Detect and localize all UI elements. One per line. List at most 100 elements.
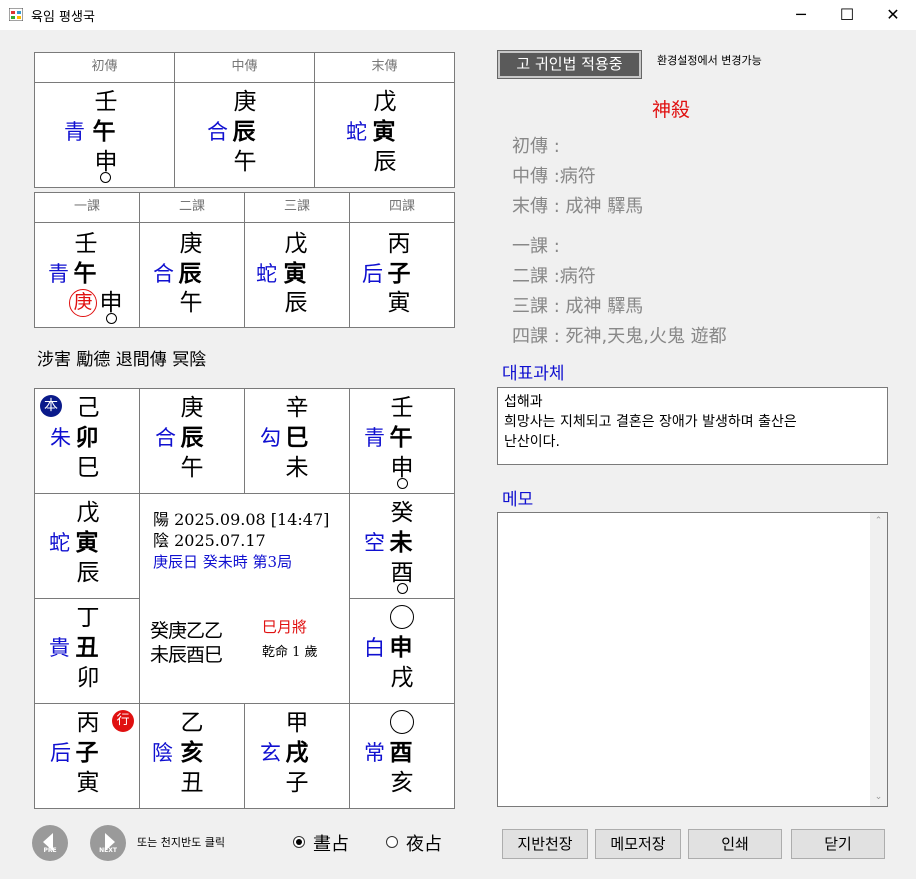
general-label: 空 [364,531,385,555]
stem-top: 壬 [390,395,414,421]
memo-scrollbar[interactable]: ⌃ ⌄ [870,513,887,806]
radio-dot-icon [296,839,302,845]
heaven-branch: 子 [75,739,99,766]
heaven-branch: 巳 [285,424,309,451]
chuan-cell-3[interactable]: 戊 蛇 寅 辰 [314,82,455,188]
heaven-branch: 寅 [283,260,307,287]
void-marker-icon [100,172,111,183]
board-cell-hai[interactable]: 常 酉 亥 [349,703,455,809]
save-memo-button[interactable]: 메모저장 [595,829,681,859]
maximize-button[interactable]: ☐ [824,0,870,30]
click-hint: 또는 천지반도 클릭 [137,836,225,849]
earth-branch: 未 [285,455,309,481]
night-radio[interactable] [386,836,398,848]
earth-branch: 辰 [284,290,308,316]
ke-header-2: 二課 [139,192,245,223]
general-label: 青 [364,426,385,450]
shensha-label: 一課 : [512,236,560,257]
board-cell-zi[interactable]: 甲 玄 戌 子 [244,703,350,809]
heaven-branch: 午 [92,118,116,145]
void-marker-icon [397,478,408,489]
minimize-button[interactable]: ─ [778,0,824,30]
day-time-ju: 庚辰日 癸未時 第3局 [153,553,293,571]
heaven-branch: 辰 [178,260,202,287]
gwin-method-button[interactable]: 고 귀인법 적용중 [497,50,642,79]
general-label: 勾 [260,426,281,450]
board-cell-xu[interactable]: 白 申 戌 [349,598,455,704]
board-cell-shen[interactable]: 壬 青 午 申 [349,388,455,494]
board-cell-wei[interactable]: 辛 勾 巳 未 [244,388,350,494]
print-button[interactable]: 인쇄 [688,829,782,859]
board-cell-chen[interactable]: 戊 蛇 寅 辰 [34,493,140,599]
board-cell-mao[interactable]: 丁 貴 丑 卯 [34,598,140,704]
scroll-down-icon[interactable]: ⌄ [870,789,887,806]
heaven-branch: 午 [73,260,97,287]
shensha-row-ke4: 四課 : 死神,天鬼,火鬼 遊都 [512,322,727,348]
ke-header-1: 一課 [34,192,140,223]
shensha-row-zhong: 中傳 :病符 [512,162,596,188]
night-label: 夜占 [406,834,442,855]
app-icon [9,8,23,21]
stem-top: 戊 [373,89,397,115]
stem-top: 己 [76,395,100,421]
earth-branch: 午 [233,149,257,175]
chuan-header-2: 中傳 [174,52,315,83]
general-label: 青 [64,120,85,144]
next-label: NEXT [99,847,117,854]
task-line-2: 희망사는 지체되고 결혼은 장애가 발생하며 출산은 [504,414,797,430]
shensha-title: 神殺 [652,99,691,121]
shensha-value: 成神 驛馬 [559,296,644,317]
earth-branch: 辰 [373,149,397,175]
travel-badge: 行 [112,710,134,732]
prev-arrow-icon [43,833,53,851]
void-marker-icon [397,583,408,594]
general-label: 玄 [260,741,281,765]
heaven-branch: 辰 [232,118,256,145]
shensha-label: 二課 : [512,266,560,287]
heaven-branch: 亥 [180,739,204,766]
shensha-value: 病符 [559,166,596,187]
board-cell-chou[interactable]: 乙 陰 亥 丑 [139,703,245,809]
stem-top: 癸 [390,500,414,526]
pattern-label: 涉害 勵德 退間傳 冥陰 [37,350,207,370]
void-marker-icon [106,313,117,324]
earth-branch: 辰 [76,560,100,586]
prev-button[interactable]: PRE [32,825,68,861]
board-cell-wu[interactable]: 庚 合 辰 午 [139,388,245,494]
day-label: 晝占 [313,834,349,855]
chuan-header-1: 初傳 [34,52,175,83]
ke-header-3: 三課 [244,192,350,223]
earth-branch: 巳 [76,455,100,481]
shensha-value: 成神 驛馬 [559,196,644,217]
chuan-cell-1[interactable]: 壬 青 午 申 [34,82,175,188]
earth-branch: 戌 [390,665,414,691]
ke-cell-2[interactable]: 庚 合 辰 午 [139,222,245,328]
close-window-button[interactable]: ✕ [870,0,916,30]
general-label: 合 [207,120,228,144]
next-arrow-icon [105,833,115,851]
shensha-row-mo: 末傳 : 成神 驛馬 [512,192,643,218]
chuan-header-3: 末傳 [314,52,455,83]
shensha-row-chu: 初傳 : [512,132,560,158]
day-radio[interactable] [293,836,305,848]
general-label: 朱 [50,426,71,450]
shensha-row-ke1: 一課 : [512,232,560,258]
close-button[interactable]: 닫기 [791,829,885,859]
task-textbox[interactable]: 섭해과 희망사는 지체되고 결혼은 장애가 발생하며 출산은 난산이다. [497,387,888,465]
lunar-date: 陰 2025.07.17 [153,531,266,550]
scroll-up-icon[interactable]: ⌃ [870,513,887,530]
shensha-label: 三課 : [512,296,560,317]
board-cell-you[interactable]: 癸 空 未 酉 [349,493,455,599]
board-cell-yin[interactable]: 丙 行 后 子 寅 [34,703,140,809]
ke-cell-1[interactable]: 壬 青 午 庚 申 [34,222,140,328]
ke-cell-4[interactable]: 丙 后 子 寅 [349,222,455,328]
general-label: 合 [153,262,174,286]
memo-textarea[interactable]: ⌃ ⌄ [497,512,888,807]
next-button[interactable]: NEXT [90,825,126,861]
chuan-cell-2[interactable]: 庚 合 辰 午 [174,82,315,188]
memo-title: 메모 [502,490,534,510]
board-cell-si[interactable]: 本 己 朱 卯 巳 [34,388,140,494]
shensha-label: 初傳 : [512,136,560,157]
ke-cell-3[interactable]: 戊 蛇 寅 辰 [244,222,350,328]
chart-button[interactable]: 지반천장 [502,829,588,859]
